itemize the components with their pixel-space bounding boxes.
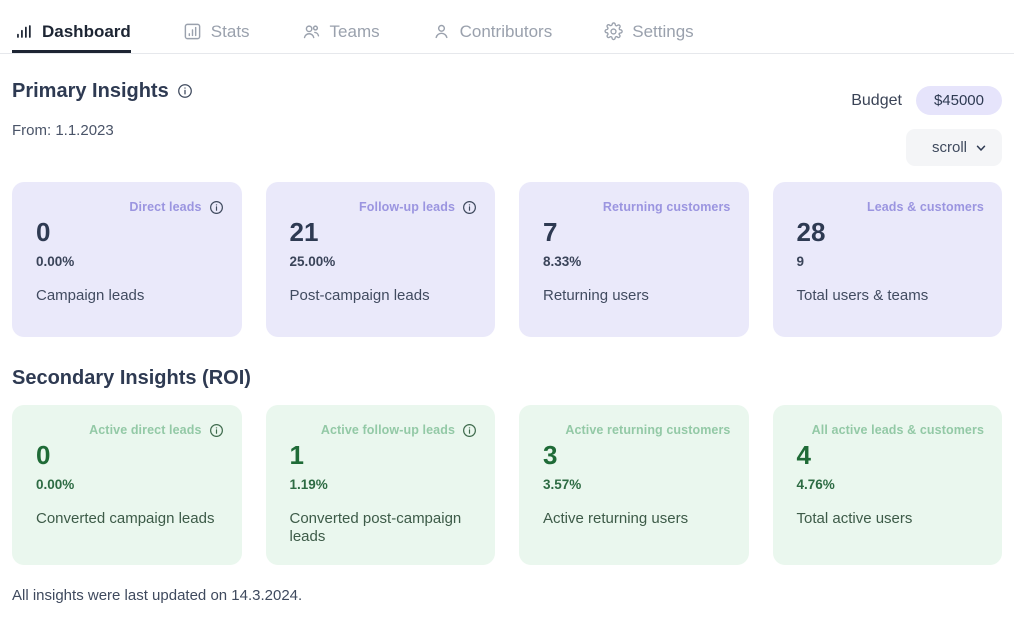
- insight-card-follow-up-leads: Follow-up leads 21 25.00% Post-campaign …: [265, 182, 495, 337]
- tab-contributors[interactable]: Contributors: [430, 22, 575, 53]
- insight-card-all-active-leads-and-customers: All active leads & customers 4 4.76% Tot…: [772, 405, 1002, 565]
- date-from-label: From: 1.1.2023: [12, 122, 114, 139]
- info-icon[interactable]: [462, 200, 477, 215]
- card-value: 0: [36, 440, 51, 470]
- card-description: Active returning users: [543, 510, 689, 528]
- budget-row: Budget $45000: [851, 86, 1002, 115]
- card-description: Returning users: [543, 287, 649, 305]
- card-label-row: Returning customers: [543, 198, 731, 216]
- tab-stats[interactable]: Stats: [181, 22, 272, 53]
- primary-insights-title: Primary Insights: [12, 80, 169, 102]
- scroll-select[interactable]: scroll: [906, 129, 1002, 166]
- primary-insights-grid: Direct leads 0 0.00% Campaign leads Foll…: [12, 182, 1002, 337]
- tab-label: Teams: [329, 22, 380, 41]
- info-icon[interactable]: [209, 423, 224, 438]
- secondary-insights-title: Secondary Insights (ROI): [12, 367, 251, 389]
- primary-header-left: Primary Insights From: 1.1.2023: [12, 80, 193, 139]
- tab-label: Contributors: [459, 22, 553, 41]
- primary-header-right: Budget $45000 scroll: [851, 80, 1002, 166]
- insight-card-active-direct-leads: Active direct leads 0 0.00% Converted ca…: [12, 405, 242, 565]
- card-label-row: Leads & customers: [797, 198, 985, 216]
- card-description: Converted campaign leads: [36, 510, 215, 528]
- insight-card-active-follow-up-leads: Active follow-up leads 1 1.19% Converted…: [265, 405, 495, 565]
- card-label: Leads & customers: [866, 200, 984, 214]
- card-description: Campaign leads: [36, 287, 145, 305]
- info-icon[interactable]: [462, 423, 477, 438]
- budget-value-badge: $45000: [915, 86, 1002, 115]
- insight-card-active-returning-customers: Active returning customers 3 3.57% Activ…: [519, 405, 749, 565]
- card-subvalue: 1.19%: [289, 476, 328, 492]
- card-label: Active returning customers: [565, 423, 731, 437]
- card-value: 21: [289, 217, 319, 247]
- card-label: Follow-up leads: [359, 200, 455, 214]
- last-updated-note: All insights were last updated on 14.3.2…: [12, 586, 303, 604]
- card-label: All active leads & customers: [811, 423, 984, 437]
- tab-label: Dashboard: [42, 22, 131, 41]
- insight-card-direct-leads: Direct leads 0 0.00% Campaign leads: [12, 182, 242, 337]
- tab-settings[interactable]: Settings: [602, 22, 715, 53]
- card-description: Total active users: [796, 510, 913, 528]
- card-label: Direct leads: [129, 200, 202, 214]
- card-label-row: Follow-up leads: [290, 198, 478, 216]
- primary-insights-header: Primary Insights From: 1.1.2023 Budget $…: [12, 80, 1002, 166]
- chart-square-icon: [183, 22, 202, 41]
- card-label: Returning customers: [602, 200, 731, 214]
- card-subvalue: 8.33%: [543, 253, 582, 269]
- card-description: Post-campaign leads: [289, 287, 430, 305]
- card-label-row: Active returning customers: [543, 421, 731, 439]
- insight-card-returning-customers: Returning customers 7 8.33% Returning us…: [519, 182, 749, 337]
- card-description: Total users & teams: [796, 287, 929, 305]
- scroll-select-wrapper: scroll: [906, 129, 1002, 166]
- card-label: Active direct leads: [89, 423, 202, 437]
- budget-label: Budget: [851, 91, 902, 109]
- card-value: 4: [796, 440, 811, 470]
- dashboard-content: Primary Insights From: 1.1.2023 Budget $…: [0, 80, 1014, 604]
- card-subvalue: 0.00%: [36, 476, 75, 492]
- tab-label: Stats: [210, 22, 250, 41]
- card-label-row: All active leads & customers: [797, 421, 985, 439]
- card-subvalue: 3.57%: [543, 476, 582, 492]
- info-icon[interactable]: [209, 200, 224, 215]
- main-tab-bar: Dashboard Stats Teams Contributors Setti…: [0, 0, 1014, 54]
- card-value: 3: [543, 440, 558, 470]
- card-value: 7: [543, 217, 558, 247]
- card-value: 0: [36, 217, 51, 247]
- page-title: Primary Insights: [12, 80, 193, 102]
- secondary-insights-grid: Active direct leads 0 0.00% Converted ca…: [12, 405, 1002, 565]
- card-label-row: Active direct leads: [36, 421, 224, 439]
- card-label-row: Active follow-up leads: [290, 421, 478, 439]
- card-label-row: Direct leads: [36, 198, 224, 216]
- insight-card-leads-and-customers: Leads & customers 28 9 Total users & tea…: [772, 182, 1002, 337]
- tab-dashboard[interactable]: Dashboard: [12, 22, 153, 53]
- bar-chart-icon: [14, 22, 33, 41]
- user-icon: [432, 22, 451, 41]
- gear-icon: [604, 22, 623, 41]
- card-subvalue: 9: [796, 253, 805, 269]
- card-value: 28: [796, 217, 826, 247]
- card-description: Converted post-campaign leads: [289, 510, 462, 545]
- tab-teams[interactable]: Teams: [300, 22, 402, 53]
- card-label: Active follow-up leads: [320, 423, 455, 437]
- users-icon: [302, 22, 321, 41]
- card-value: 1: [289, 440, 304, 470]
- secondary-insights-section: Secondary Insights (ROI) Active direct l…: [12, 367, 1002, 565]
- card-subvalue: 4.76%: [796, 476, 835, 492]
- card-subvalue: 25.00%: [289, 253, 336, 269]
- tab-label: Settings: [632, 22, 694, 41]
- card-subvalue: 0.00%: [36, 253, 75, 269]
- info-icon[interactable]: [177, 83, 193, 99]
